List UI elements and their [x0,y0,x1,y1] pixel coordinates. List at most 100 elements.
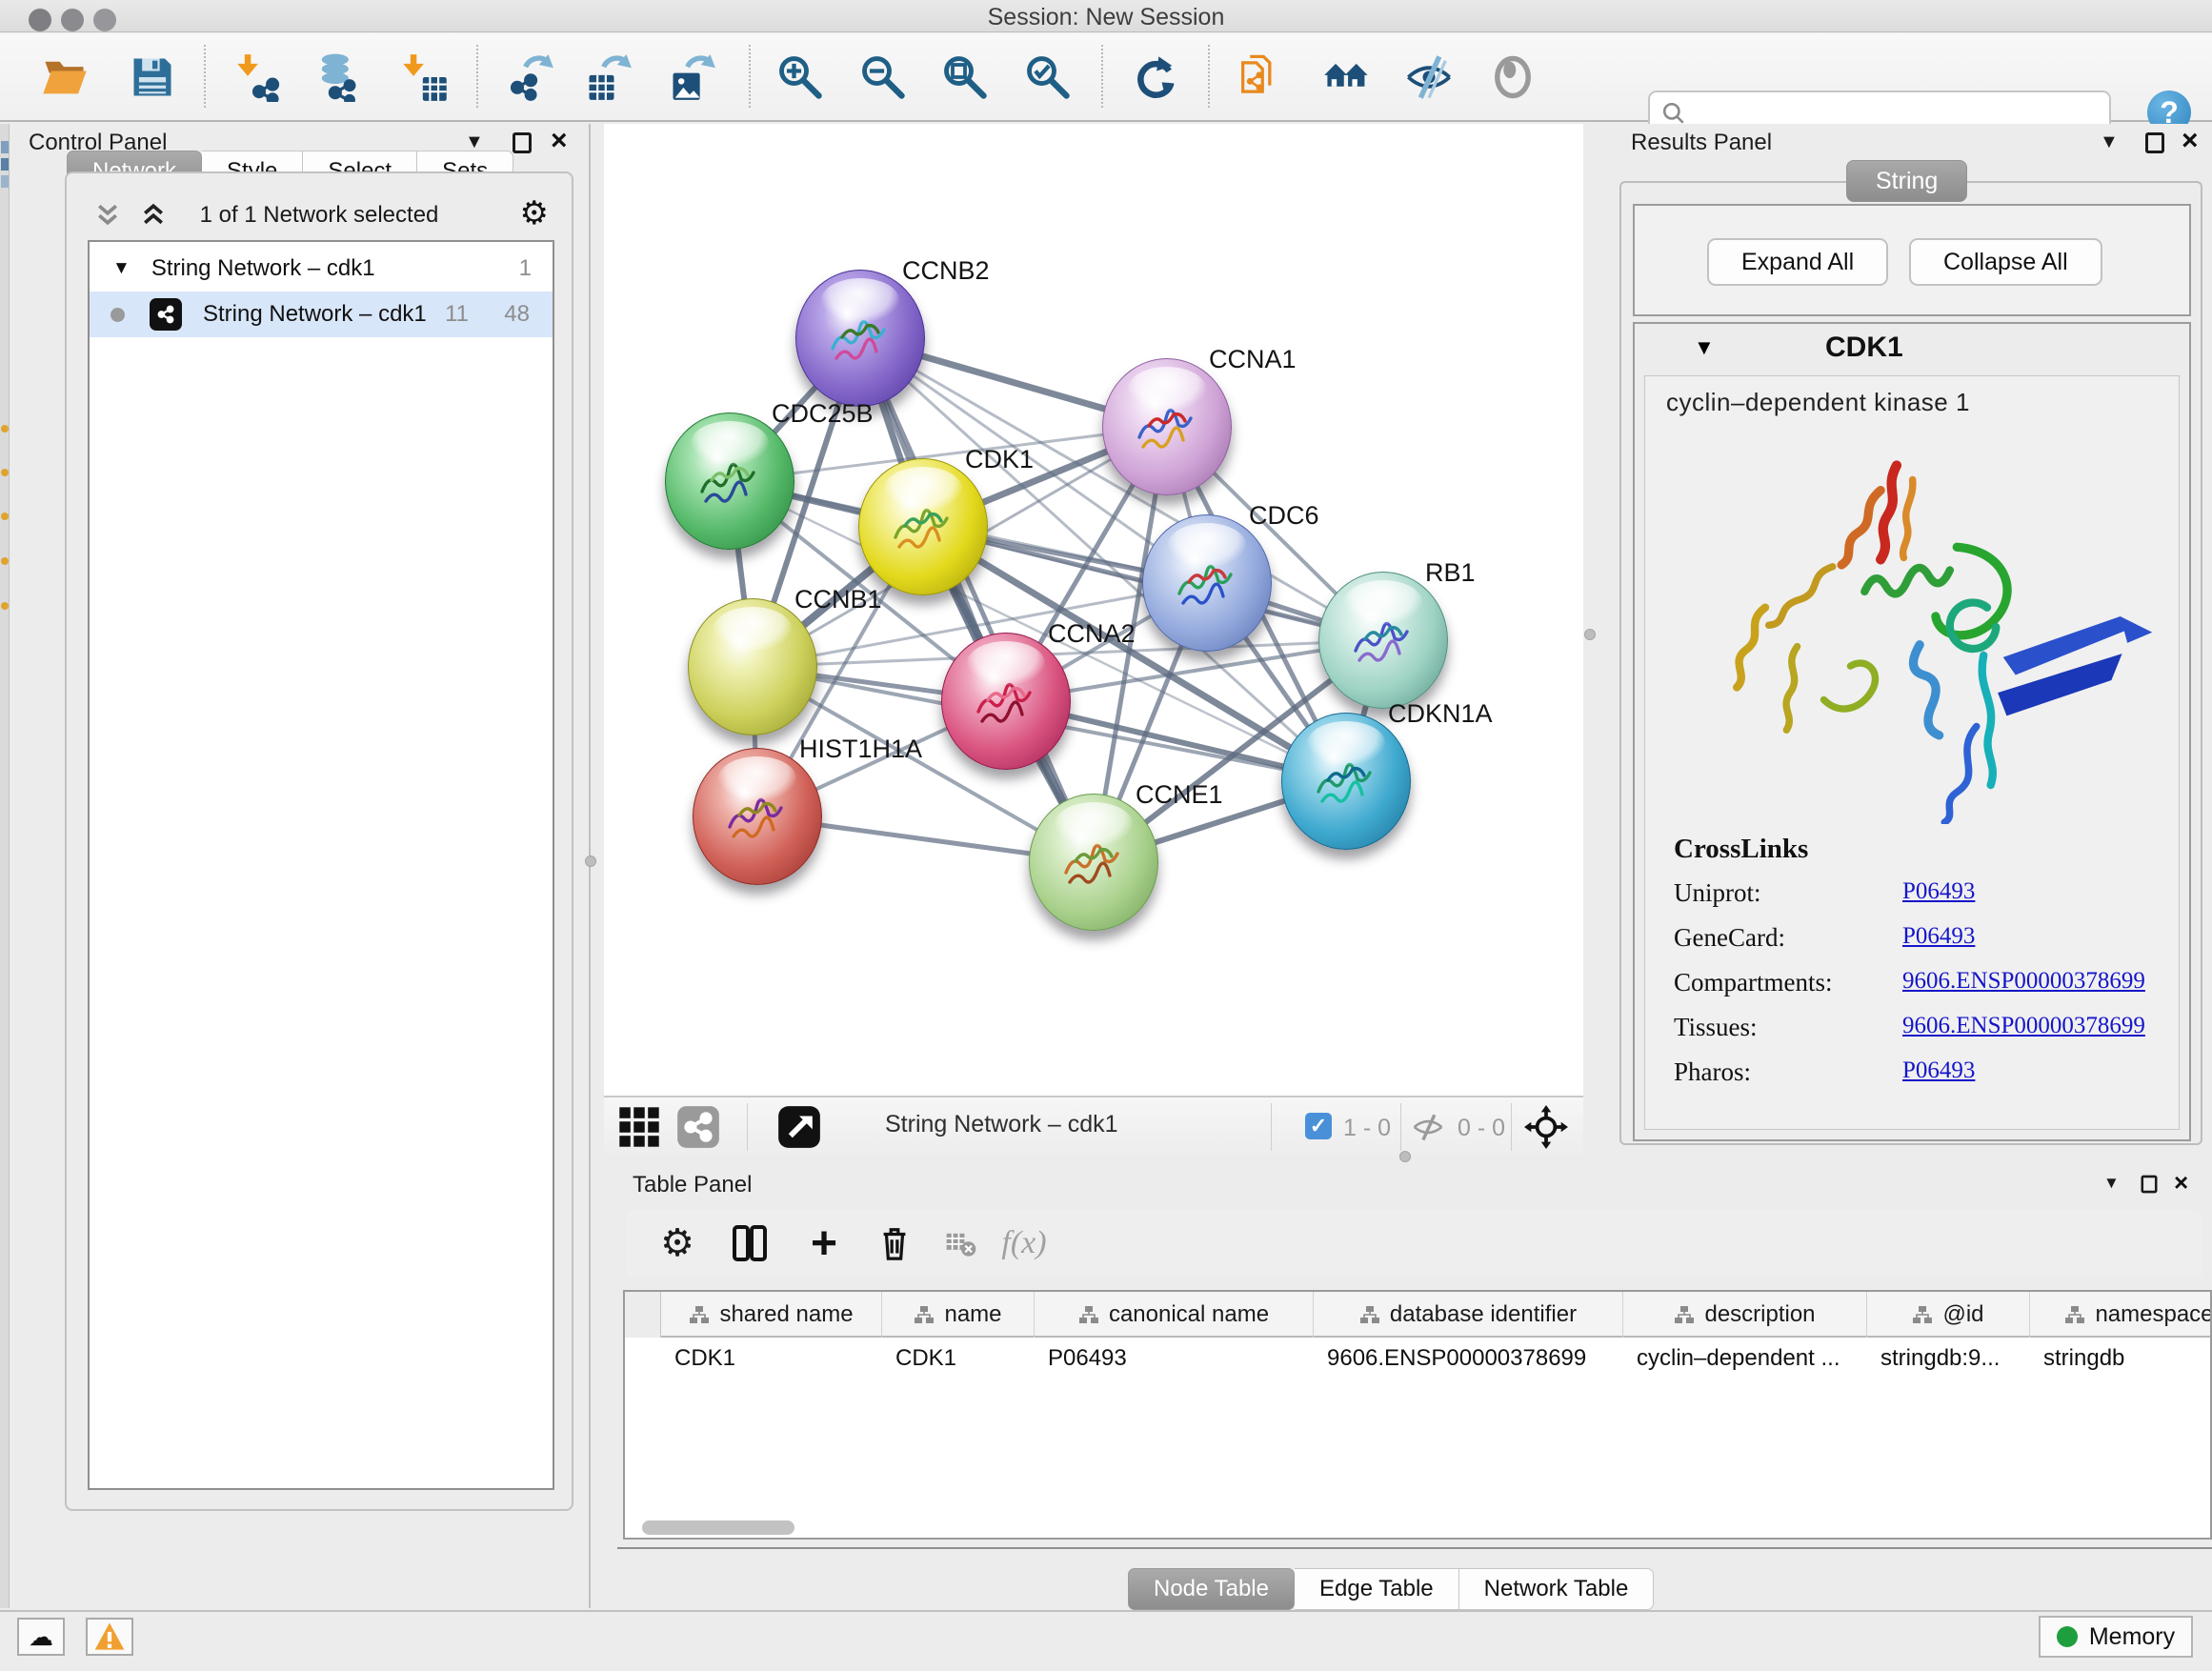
import-database-icon[interactable] [307,47,368,108]
collapsed-tab-marker[interactable] [1,141,9,153]
crosslink-row: Compartments:9606.ENSP00000378699 [1674,968,2169,997]
share-view-icon[interactable] [676,1105,720,1149]
table-cell[interactable]: CDK1 [882,1338,1035,1379]
column-header-name[interactable]: name [882,1292,1035,1338]
collapsed-tab-dot[interactable] [1,602,9,610]
network-node-CDKN1A[interactable] [1281,713,1411,850]
table-gear-icon[interactable]: ⚙ [654,1219,701,1267]
delete-column-icon[interactable] [871,1219,918,1267]
document-share-icon[interactable] [1229,47,1290,108]
selected-checkbox-icon[interactable]: ✓ [1305,1113,1332,1139]
column-header--id[interactable]: @id [1867,1292,2030,1338]
expand-all-button[interactable]: Expand All [1707,238,1888,286]
collapsed-tab-dot[interactable] [1,469,9,476]
network-node-CCNA1[interactable] [1102,358,1232,495]
gear-icon[interactable]: ⚙ [520,194,549,232]
zoom-in-icon[interactable] [770,47,831,108]
table-cell[interactable]: stringdb [2030,1338,2212,1379]
crosslink-link[interactable]: P06493 [1902,923,1975,953]
show-columns-icon[interactable] [726,1219,774,1267]
crosslink-link[interactable]: 9606.ENSP00000378699 [1902,1013,2145,1042]
panel-collapse-icon[interactable]: ▼ [2103,1174,2120,1193]
collapsed-tab-dot[interactable] [1,513,9,520]
hidden-eye-icon[interactable] [1412,1111,1444,1143]
network-node-CCNA2[interactable] [941,633,1071,770]
network-node-CDK1[interactable] [858,458,988,595]
save-session-icon[interactable] [122,47,183,108]
network-node-CCNE1[interactable] [1029,794,1158,931]
collapsed-tab-marker[interactable] [1,175,9,188]
visibility-slash-icon[interactable] [1398,47,1459,108]
gene-section-header[interactable]: ▼ CDK1 [1635,324,2189,373]
export-network-icon[interactable] [499,47,560,108]
horizontal-scrollbar[interactable] [642,1520,794,1535]
network-node-CCNB1[interactable] [688,598,817,735]
network-node-CDC25B[interactable] [665,413,794,550]
network-node-HIST1H1A[interactable] [693,748,822,885]
import-network-icon[interactable] [229,47,290,108]
delete-table-icon[interactable] [937,1219,985,1267]
open-file-icon[interactable] [34,47,95,108]
cloud-icon[interactable]: ☁ [17,1618,65,1656]
table-cell[interactable]: stringdb:9... [1867,1338,2030,1379]
birdseye-icon[interactable] [777,1105,821,1149]
network-row-selected[interactable]: String Network – cdk1 11 48 [90,292,553,337]
network-collection-row[interactable]: ▼ String Network – cdk1 1 [90,246,553,292]
horizontal-splitter-handle[interactable] [1399,1151,1411,1162]
collapsed-tab-dot[interactable] [1,425,9,433]
network-node-CCNB2[interactable] [795,270,925,407]
memory-button[interactable]: Memory [2039,1616,2193,1658]
vertical-splitter-handle[interactable] [1584,629,1596,640]
panel-float-icon[interactable] [2145,132,2164,153]
tab-edge-table[interactable]: Edge Table [1295,1568,1459,1610]
table-toolbar: ⚙ + f(x) [627,1210,2202,1277]
crosslink-link[interactable]: P06493 [1902,1057,1975,1087]
column-header-namespace[interactable]: namespace [2030,1292,2212,1338]
table-cell[interactable]: P06493 [1035,1338,1314,1379]
network-view-canvas[interactable]: CCNB2CCNA1CDC25BCDK1CDC6RB1CCNB1CCNA2CDK… [604,124,1583,1096]
node-gloss [1055,802,1133,846]
vertical-splitter-handle[interactable] [585,856,596,867]
collapsed-tab-marker[interactable] [1,158,9,171]
panel-collapse-icon[interactable]: ▼ [2100,131,2119,153]
panel-close-icon[interactable]: × [2174,1172,2188,1193]
table-cell[interactable]: 9606.ENSP00000378699 [1314,1338,1623,1379]
function-builder-icon[interactable]: f(x) [1000,1219,1048,1267]
panel-close-icon[interactable]: × [551,131,568,151]
network-node-CDC6[interactable] [1142,514,1272,652]
refresh-icon[interactable] [1124,47,1185,108]
export-table-icon[interactable] [577,47,638,108]
zoom-fit-icon[interactable] [935,47,995,108]
panel-close-icon[interactable]: × [2182,131,2199,151]
panel-float-icon[interactable] [513,132,532,153]
zoom-out-icon[interactable] [853,47,914,108]
section-collapse-caret[interactable]: ▼ [1694,335,1715,360]
level-of-detail-icon[interactable] [1482,47,1543,108]
tab-node-table[interactable]: Node Table [1128,1568,1295,1610]
panel-float-icon[interactable] [2142,1176,2158,1194]
tab-network-table[interactable]: Network Table [1459,1568,1655,1610]
zoom-selected-icon[interactable] [1017,47,1078,108]
column-header-database-identifier[interactable]: database identifier [1314,1292,1623,1338]
grid-view-icon[interactable] [617,1105,661,1149]
crosslink-link[interactable]: 9606.ENSP00000378699 [1902,968,2145,997]
export-image-icon[interactable] [661,47,722,108]
tree-expand-caret[interactable]: ▼ [112,258,131,279]
toolbar-separator [1208,45,1210,108]
pan-crosshair-icon[interactable] [1524,1105,1568,1149]
tab-string[interactable]: String [1846,160,1967,202]
table-cell[interactable]: CDK1 [661,1338,882,1379]
network-node-RB1[interactable] [1318,572,1448,709]
column-header-canonical-name[interactable]: canonical name [1035,1292,1314,1338]
table-cell[interactable]: cyclin–dependent ... [1623,1338,1867,1379]
create-column-icon[interactable]: + [800,1219,848,1267]
column-header-shared-name[interactable]: shared name [661,1292,882,1338]
warning-icon[interactable] [86,1618,133,1656]
collapse-all-button[interactable]: Collapse All [1909,238,2102,286]
node-table[interactable]: shared namenamecanonical namedatabase id… [623,1290,2212,1540]
import-table-icon[interactable] [394,47,455,108]
collapsed-tab-dot[interactable] [1,557,9,565]
crosslink-link[interactable]: P06493 [1902,878,1975,908]
homes-icon[interactable] [1317,47,1377,108]
column-header-description[interactable]: description [1623,1292,1867,1338]
